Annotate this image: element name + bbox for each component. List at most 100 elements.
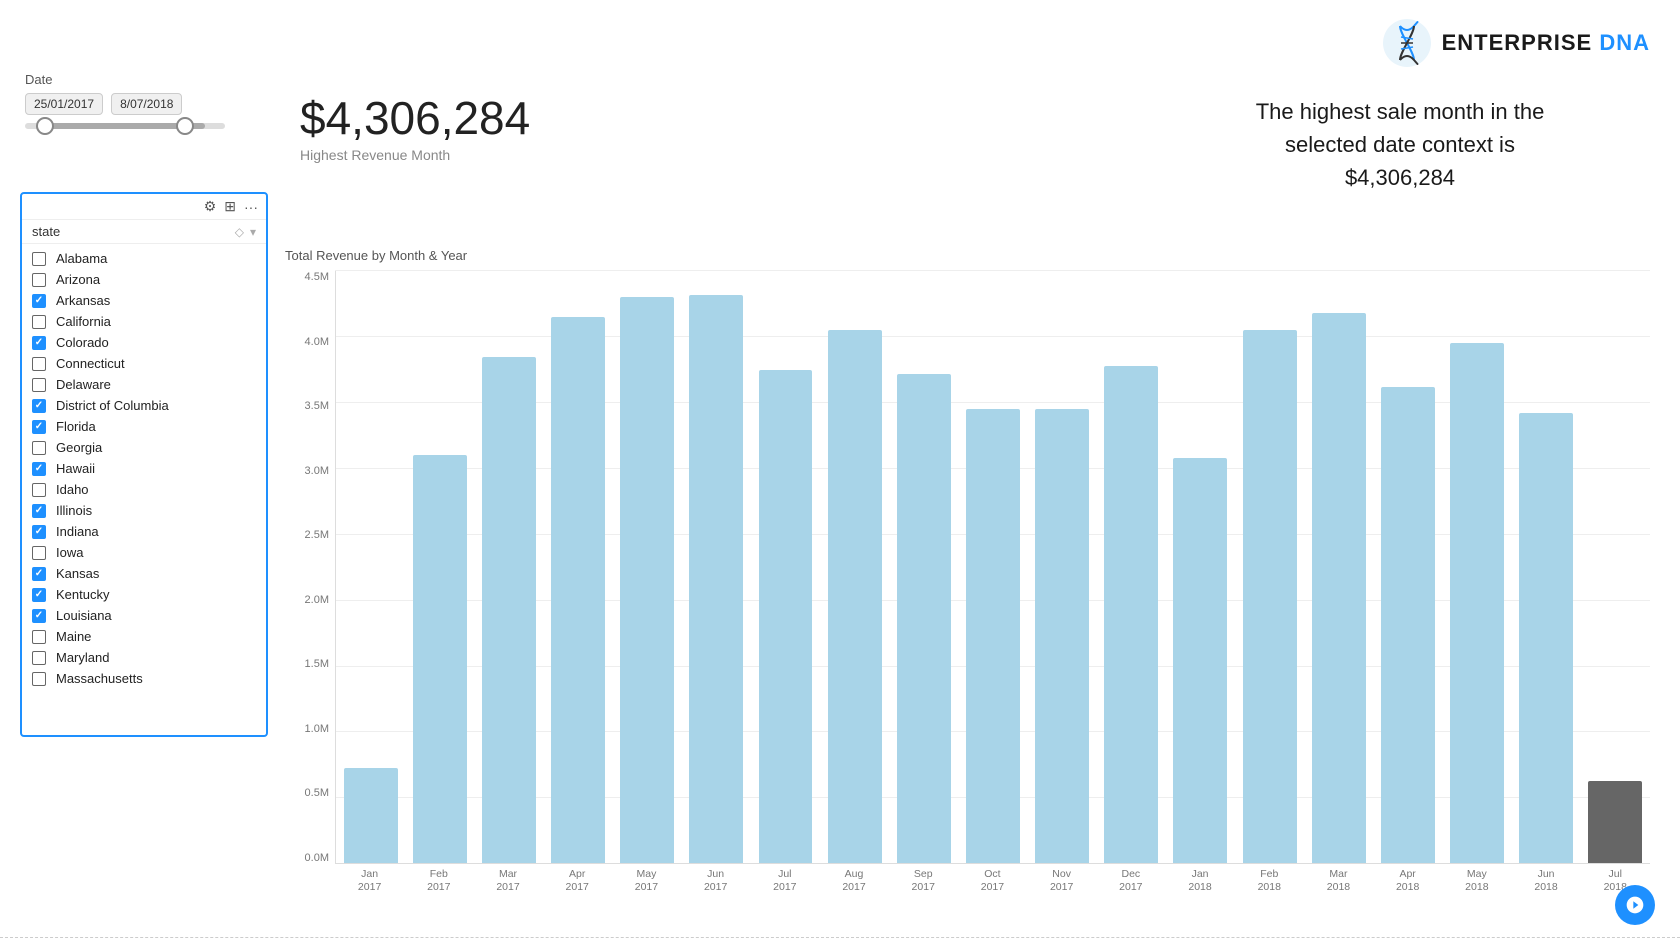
bar[interactable] [897,374,951,863]
checkbox[interactable] [32,672,46,686]
insight-text-block: The highest sale month in the selected d… [1180,95,1620,194]
checkbox[interactable] [32,273,46,287]
checkbox[interactable] [32,378,46,392]
list-item[interactable]: Maryland [22,647,266,668]
bar[interactable] [620,297,674,863]
checkbox[interactable] [32,462,46,476]
checkbox[interactable] [32,420,46,434]
bar-group [1373,271,1442,863]
list-item[interactable]: Maine [22,626,266,647]
x-axis-label: Apr2017 [543,864,612,904]
list-item[interactable]: Indiana [22,521,266,542]
x-axis-label: Aug2017 [819,864,888,904]
x-axis-label: Jan2018 [1165,864,1234,904]
checkbox[interactable] [32,504,46,518]
slider-thumb-right[interactable] [176,117,194,135]
checkbox[interactable] [32,588,46,602]
state-name-label: Georgia [56,440,102,455]
checkbox[interactable] [32,483,46,497]
bar[interactable] [1243,330,1297,863]
filter-icon[interactable]: ⚙ [204,198,217,215]
list-item[interactable]: Louisiana [22,605,266,626]
bar[interactable] [1312,313,1366,863]
list-item[interactable]: Arizona [22,269,266,290]
checkbox[interactable] [32,294,46,308]
list-item[interactable]: Florida [22,416,266,437]
state-name-label: Massachusetts [56,671,143,686]
state-name-label: Delaware [56,377,111,392]
state-list[interactable]: AlabamaArizonaArkansas California Colorado… [22,244,266,723]
bar[interactable] [1450,343,1504,863]
checkbox[interactable] [32,252,46,266]
checkbox[interactable] [32,546,46,560]
list-item[interactable]: Kansas [22,563,266,584]
bar[interactable] [344,768,398,863]
state-name-label: California [56,314,111,329]
checkbox[interactable] [32,609,46,623]
x-axis-label: Jan2017 [335,864,404,904]
list-item[interactable]: California [22,311,266,332]
bar[interactable] [1035,409,1089,863]
bar[interactable] [759,370,813,863]
bar[interactable] [1381,387,1435,863]
bar[interactable] [1104,366,1158,863]
clear-filter-icon[interactable]: ◇ [235,225,244,239]
list-item[interactable]: Idaho [22,479,266,500]
subscribe-button[interactable] [1615,885,1655,925]
sort-icon[interactable]: ▾ [250,225,256,239]
bottom-bar [0,937,1680,945]
checkbox[interactable] [32,525,46,539]
list-item[interactable]: Kentucky [22,584,266,605]
list-item[interactable]: Delaware [22,374,266,395]
bar[interactable] [482,357,536,863]
insight-line2: selected date context is [1285,132,1515,157]
bar-group [405,271,474,863]
checkbox[interactable] [32,315,46,329]
x-axis-label: Apr2018 [1373,864,1442,904]
checkbox[interactable] [32,399,46,413]
expand-icon[interactable]: ⊞ [224,198,236,215]
checkbox[interactable] [32,651,46,665]
checkbox[interactable] [32,630,46,644]
chart-container: 4.5M4.0M3.5M3.0M2.5M2.0M1.5M1.0M0.5M0.0M… [285,271,1650,904]
list-item[interactable]: Connecticut [22,353,266,374]
bar[interactable] [1173,458,1227,863]
bar[interactable] [1588,781,1642,863]
state-name-label: District of Columbia [56,398,169,413]
list-item[interactable]: Iowa [22,542,266,563]
bar-group [474,271,543,863]
list-item[interactable]: Colorado [22,332,266,353]
bar[interactable] [828,330,882,863]
list-item[interactable]: District of Columbia [22,395,266,416]
bar-group [613,271,682,863]
bar[interactable] [551,317,605,863]
list-item[interactable]: Georgia [22,437,266,458]
checkbox[interactable] [32,441,46,455]
list-item[interactable]: Alabama [22,248,266,269]
bar[interactable] [413,455,467,863]
list-item[interactable]: Arkansas [22,290,266,311]
checkbox[interactable] [32,357,46,371]
bar[interactable] [689,295,743,863]
state-name-label: Colorado [56,335,109,350]
state-name-label: Kentucky [56,587,109,602]
state-name-label: Louisiana [56,608,112,623]
x-axis-label: Mar2018 [1304,864,1373,904]
bar[interactable] [966,409,1020,863]
bar-group [1166,271,1235,863]
checkbox[interactable] [32,336,46,350]
date-slider-track[interactable] [25,123,225,129]
start-date-pill[interactable]: 25/01/2017 [25,93,103,115]
checkbox[interactable] [32,567,46,581]
list-item[interactable]: Hawaii [22,458,266,479]
chart-title: Total Revenue by Month & Year [285,248,1650,263]
y-axis: 4.5M4.0M3.5M3.0M2.5M2.0M1.5M1.0M0.5M0.0M [285,271,335,864]
more-options-icon[interactable]: ··· [244,199,258,215]
list-item[interactable]: Massachusetts [22,668,266,689]
date-label: Date [25,72,225,87]
list-item[interactable]: Illinois [22,500,266,521]
state-name-label: Illinois [56,503,92,518]
slider-thumb-left[interactable] [36,117,54,135]
bar[interactable] [1519,413,1573,863]
end-date-pill[interactable]: 8/07/2018 [111,93,182,115]
